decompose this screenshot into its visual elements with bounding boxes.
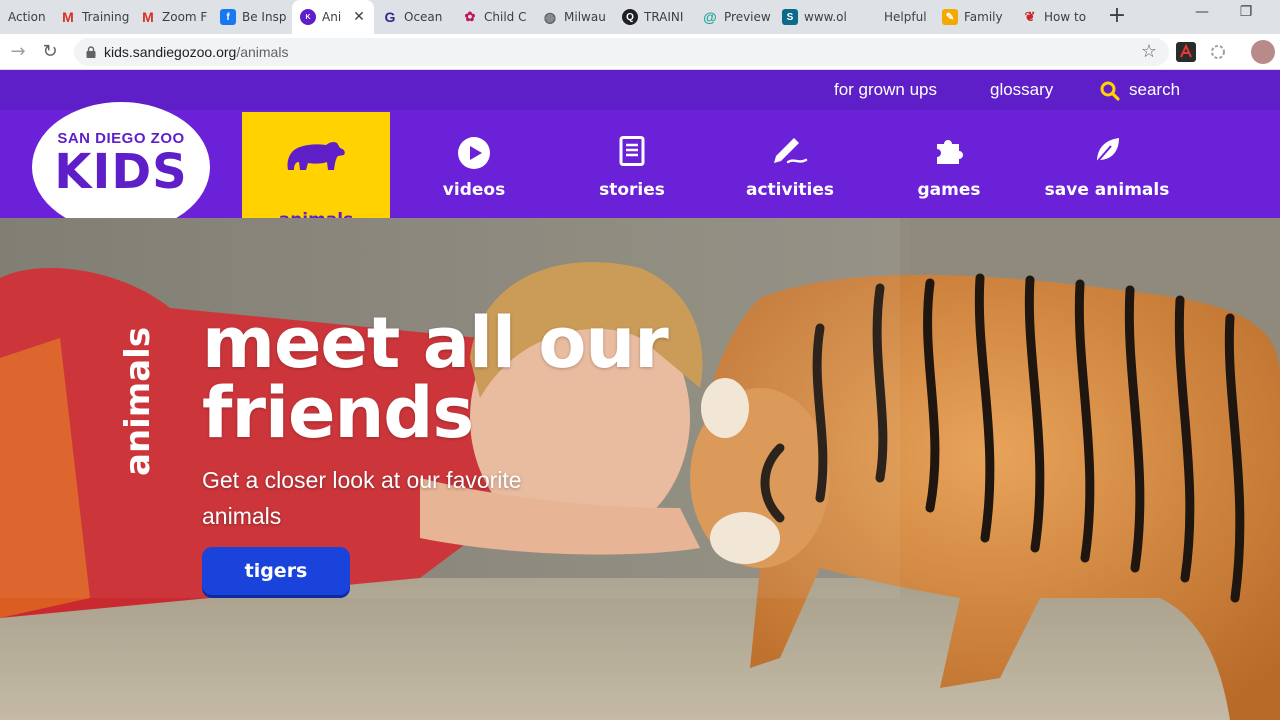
- url-path: /animals: [236, 44, 289, 60]
- q-icon: Q: [622, 9, 638, 25]
- url-host: kids.sandiegozoo.org: [104, 44, 237, 60]
- browser-tab-active[interactable]: K Ani ✕: [292, 0, 374, 34]
- hero-banner: [0, 218, 1280, 720]
- browser-tab[interactable]: S www.ol: [774, 0, 854, 34]
- hero-photo: [0, 218, 1280, 720]
- hero-headline: meet all our friends: [202, 302, 669, 454]
- browser-tab[interactable]: G Ocean: [374, 0, 454, 34]
- browser-tab-strip: Action M Training M Zoom F f Be Insp K A…: [0, 0, 1280, 34]
- browser-tab[interactable]: M Zoom F: [132, 0, 212, 34]
- back-arrow-icon[interactable]: →: [6, 40, 30, 64]
- tab-title: Ani: [322, 10, 342, 24]
- bear-icon: [287, 141, 345, 170]
- logo-main-text: KIDS: [54, 144, 188, 200]
- glossary-link[interactable]: glossary: [990, 80, 1053, 100]
- nav-label-save-animals: save animals: [1044, 180, 1170, 200]
- close-icon[interactable]: ✕: [353, 9, 365, 25]
- blank-icon: [862, 9, 878, 25]
- tab-title: Zoom F: [162, 10, 208, 24]
- pencil-icon: ✎: [942, 9, 958, 25]
- tab-title: Ocean: [404, 10, 443, 24]
- profile-avatar[interactable]: [1251, 40, 1275, 64]
- document-icon: [619, 136, 645, 166]
- browser-tab[interactable]: Helpful: [854, 0, 934, 34]
- browser-tab[interactable]: ✿ Child C: [454, 0, 534, 34]
- san-diego-zoo-kids-logo[interactable]: SAN DIEGO ZOO KIDS: [32, 102, 210, 232]
- minimize-button[interactable]: —: [1182, 4, 1222, 26]
- bookmark-star-icon[interactable]: ☆: [1141, 41, 1157, 62]
- g-icon: G: [384, 9, 396, 25]
- facebook-icon: f: [220, 9, 236, 25]
- url-text: kids.sandiegozoo.org/animals: [104, 44, 288, 60]
- browser-tab[interactable]: Q TRAINI: [614, 0, 694, 34]
- section-label-animals: animals: [118, 326, 158, 476]
- sharepoint-icon: S: [782, 9, 798, 25]
- globe-icon: ◍: [543, 8, 557, 25]
- nav-label-videos: videos: [442, 180, 506, 200]
- browser-tab[interactable]: ◍ Milwau: [534, 0, 614, 34]
- puzzle-icon: [937, 140, 963, 164]
- search-link[interactable]: search: [1129, 80, 1180, 100]
- address-bar[interactable]: kids.sandiegozoo.org/animals ☆: [74, 38, 1169, 66]
- tab-title: Be Insp: [242, 10, 287, 24]
- browser-tab[interactable]: ❦ How to: [1014, 0, 1094, 34]
- browser-tab[interactable]: Action: [0, 0, 52, 34]
- section-label-wrap: animals: [118, 327, 158, 636]
- browser-tab[interactable]: @ Preview: [694, 0, 774, 34]
- tigers-button[interactable]: tigers: [202, 547, 350, 595]
- browser-tab[interactable]: ✎ Family: [934, 0, 1014, 34]
- hero-subtext: Get a closer look at our favorite animal…: [202, 467, 522, 529]
- leaf-icon: [1096, 138, 1119, 163]
- nav-label-activities: activities: [745, 180, 834, 200]
- tab-title: Milwau: [564, 10, 606, 24]
- lock-icon: [86, 46, 96, 58]
- headline-line-2: friends: [202, 372, 474, 454]
- swirl-icon: @: [703, 9, 717, 25]
- new-tab-button[interactable]: +: [1105, 5, 1129, 29]
- pdf-extension-icon[interactable]: [1176, 42, 1196, 62]
- tab-title: Helpful: [884, 10, 927, 24]
- nav-label-games: games: [917, 180, 981, 200]
- tab-title: TRAINI: [644, 10, 684, 24]
- headline-line-1: meet all our: [202, 302, 669, 384]
- restore-button[interactable]: ❐: [1226, 4, 1266, 26]
- search-icon[interactable]: [1099, 80, 1121, 102]
- people-icon: ❦: [1024, 9, 1036, 24]
- browser-tab[interactable]: M Training: [52, 0, 132, 34]
- tab-title: Preview: [724, 10, 771, 24]
- browser-toolbar: → ↻ kids.sandiegozoo.org/animals ☆: [0, 34, 1280, 70]
- gmail-icon: M: [142, 9, 154, 25]
- nav-label-stories: stories: [599, 180, 665, 200]
- sdzkids-icon: K: [300, 9, 316, 25]
- reload-icon[interactable]: ↻: [38, 40, 62, 64]
- tab-title: Action: [8, 10, 46, 24]
- tab-title: Child C: [484, 10, 527, 24]
- tab-title: Family: [964, 10, 1003, 24]
- pencil-icon: [774, 138, 808, 164]
- gmail-icon: M: [62, 9, 74, 25]
- for-grown-ups-link[interactable]: for grown ups: [834, 80, 937, 100]
- browser-tab[interactable]: f Be Insp: [212, 0, 292, 34]
- tab-title: How to: [1044, 10, 1087, 24]
- flower-icon: ✿: [464, 9, 476, 24]
- puzzle-extension-icon[interactable]: [1208, 42, 1228, 62]
- play-icon: [458, 137, 490, 169]
- tab-title: Training: [82, 10, 130, 24]
- tab-title: www.ol: [804, 10, 847, 24]
